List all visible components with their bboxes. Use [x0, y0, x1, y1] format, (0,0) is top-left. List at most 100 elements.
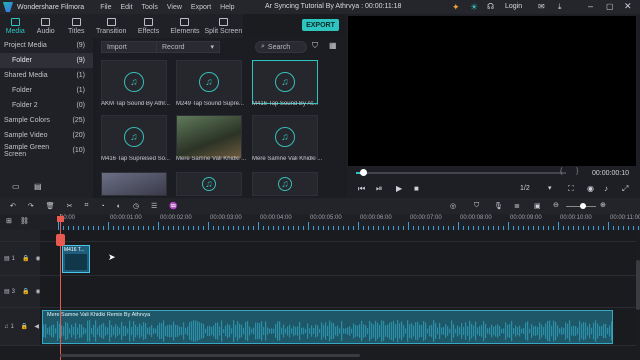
bulb-icon[interactable]: ☀: [470, 2, 478, 13]
minimize-icon[interactable]: –: [588, 1, 593, 11]
play-reverse-icon[interactable]: ⏯: [376, 184, 382, 194]
media-thumb[interactable]: ♫: [252, 115, 318, 159]
new-folder-icon[interactable]: ▭: [12, 182, 20, 191]
link-icon[interactable]: ⛓: [20, 217, 29, 225]
mic-icon[interactable]: 🎙: [494, 202, 503, 210]
library-sample-green-screen[interactable]: Sample Green Screen (10): [0, 143, 93, 158]
export-button[interactable]: EXPORT: [302, 19, 339, 31]
filter-icon[interactable]: ⛉: [312, 41, 318, 51]
snapshot-icon[interactable]: ◉: [587, 184, 594, 193]
audio-mixer-icon[interactable]: ♒: [169, 202, 178, 210]
color-icon[interactable]: ◐: [117, 203, 121, 210]
tab-effects[interactable]: Effects: [131, 14, 166, 38]
chevron-down-icon[interactable]: ▾: [548, 184, 552, 192]
track-header-audio[interactable]: ♫ 1 🔒 ◀: [0, 308, 40, 346]
audio-clip[interactable]: Mere Samne Vali Khidki Remix By Athrvya: [42, 310, 613, 344]
media-thumb[interactable]: ♫: [101, 115, 167, 159]
undo-icon[interactable]: ↶: [10, 202, 16, 210]
maximize-icon[interactable]: ▢: [606, 2, 614, 11]
zoom-in-icon[interactable]: ⊕: [600, 201, 606, 209]
playhead-marker[interactable]: [57, 216, 64, 222]
headset-icon[interactable]: ☊: [487, 2, 494, 11]
close-icon[interactable]: ✕: [624, 1, 632, 12]
timer-icon[interactable]: ◷: [133, 202, 139, 210]
preview-progress-track[interactable]: [356, 172, 566, 174]
playhead-handle[interactable]: [360, 169, 367, 176]
volume-icon[interactable]: ♪: [604, 184, 608, 193]
lock-icon[interactable]: 🔒: [22, 288, 29, 295]
zoom-select[interactable]: 1/2: [520, 185, 530, 192]
add-track-icon[interactable]: ⊞: [6, 217, 12, 225]
render-icon[interactable]: ◎: [450, 202, 456, 210]
timeline-clip[interactable]: M416 T...: [62, 245, 90, 273]
tab-elements[interactable]: Elements: [166, 14, 203, 38]
menu-help[interactable]: Help: [220, 4, 234, 11]
menu-file[interactable]: File: [100, 4, 111, 11]
playhead-split-handle[interactable]: [56, 234, 65, 246]
cut-icon[interactable]: ✂: [67, 202, 73, 210]
search-input[interactable]: ⌕ Search: [255, 41, 307, 53]
waveform-bar: [545, 323, 547, 339]
zoom-out-icon[interactable]: ⊖: [553, 201, 559, 209]
snapshot-timeline-icon[interactable]: ▣: [534, 202, 541, 210]
lock-icon[interactable]: 🔒: [22, 255, 29, 262]
mail-icon[interactable]: ✉: [538, 2, 545, 11]
download-icon[interactable]: ⤓: [558, 2, 562, 12]
zoom-slider-handle[interactable]: [580, 203, 586, 209]
library-folder[interactable]: Folder (9): [0, 53, 93, 68]
record-dropdown[interactable]: Record ▾: [156, 41, 220, 53]
grid-view-icon[interactable]: ▦: [329, 41, 337, 50]
redo-icon[interactable]: ↷: [28, 202, 34, 210]
crop-icon[interactable]: ⌗: [85, 202, 89, 210]
delete-icon[interactable]: 🗑: [46, 202, 55, 210]
prev-frame-icon[interactable]: ⏮: [358, 184, 365, 194]
tab-media[interactable]: Media: [0, 14, 31, 38]
media-thumb[interactable]: ♫: [101, 60, 167, 104]
library-sample-colors[interactable]: Sample Colors (25): [0, 113, 93, 128]
track-header-empty[interactable]: ▤ 3 🔒 ◉: [0, 276, 41, 308]
media-thumb[interactable]: ♫: [176, 60, 242, 104]
speaker-icon[interactable]: ◀: [34, 323, 39, 330]
library-shared-folder[interactable]: Folder (1): [0, 83, 93, 98]
library-project-media[interactable]: Project Media (9): [0, 38, 93, 53]
library-folder-2[interactable]: Folder 2 (0): [0, 98, 93, 113]
mark-in-icon[interactable]: {: [560, 168, 562, 175]
media-video-thumb[interactable]: [101, 172, 167, 196]
mark-out-icon[interactable]: }: [576, 168, 578, 175]
speed-icon[interactable]: ◔: [100, 203, 104, 210]
media-thumb[interactable]: ♫: [252, 172, 318, 196]
menu-tools[interactable]: Tools: [142, 4, 158, 11]
marker-icon[interactable]: ⛉: [474, 202, 479, 210]
add-folder-icon[interactable]: ▤: [34, 182, 42, 191]
expand-icon[interactable]: ⤢: [622, 184, 628, 194]
gift-icon[interactable]: ✦: [452, 2, 460, 13]
library-shared-media[interactable]: Shared Media (1): [0, 68, 93, 83]
vertical-scrollbar[interactable]: [636, 260, 640, 310]
fullscreen-icon[interactable]: ⛶: [568, 184, 574, 194]
adjust-icon[interactable]: ☰: [151, 202, 157, 210]
menu-view[interactable]: View: [167, 4, 182, 11]
media-thumb-selected[interactable]: ♫: [252, 60, 318, 104]
tab-audio[interactable]: Audio: [31, 14, 62, 38]
timeline-ruler[interactable]: ⊞ ⛓ 00:00 00:00:01:00 00:00:02:00 00:00:03:…: [0, 214, 640, 230]
horizontal-scrollbar[interactable]: [60, 354, 360, 357]
play-icon[interactable]: ▶: [396, 184, 402, 193]
waveform-bar: [211, 327, 213, 335]
mixer-icon[interactable]: ≣: [514, 202, 520, 210]
tab-transition[interactable]: Transition: [92, 14, 131, 38]
track-empty[interactable]: [40, 276, 636, 308]
waveform-bar: [413, 325, 415, 337]
menu-export[interactable]: Export: [191, 4, 211, 11]
login-link[interactable]: Login: [505, 3, 522, 10]
track-header-video[interactable]: ▤ 1 🔒 ◉: [0, 242, 41, 276]
tab-split-screen[interactable]: Split Screen: [204, 14, 243, 38]
menu-edit[interactable]: Edit: [120, 4, 132, 11]
media-video-thumb[interactable]: [176, 115, 242, 159]
tab-titles[interactable]: Titles: [61, 14, 92, 38]
stop-icon[interactable]: ■: [414, 184, 419, 193]
media-thumb[interactable]: ♫: [176, 172, 242, 196]
lock-icon[interactable]: 🔒: [21, 323, 28, 330]
waveform-bar: [127, 328, 129, 334]
track-video[interactable]: [40, 242, 636, 276]
library-sample-video[interactable]: Sample Video (20): [0, 128, 93, 143]
